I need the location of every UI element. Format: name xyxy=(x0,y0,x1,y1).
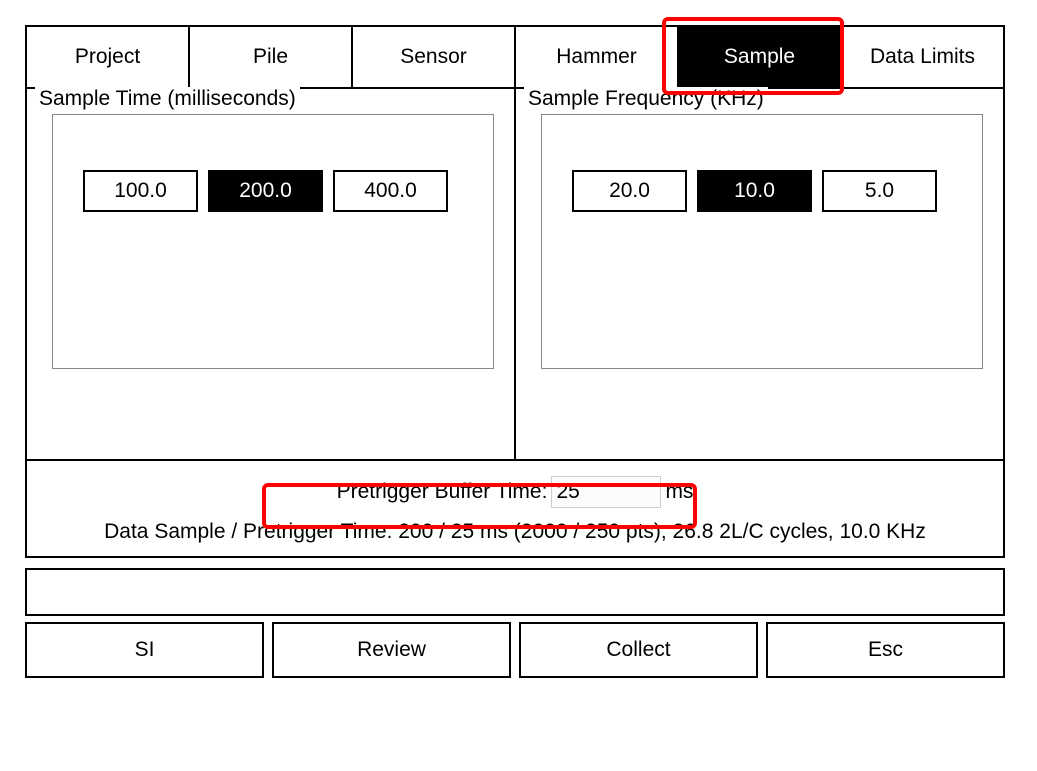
tab-project[interactable]: Project xyxy=(27,27,190,87)
sample-freq-option-5[interactable]: 5.0 xyxy=(822,170,937,212)
panel-sample-time: Sample Time (milliseconds) 100.0 200.0 4… xyxy=(27,89,516,459)
tab-hammer[interactable]: Hammer xyxy=(516,27,679,87)
sample-time-label: Sample Time (milliseconds) xyxy=(35,87,300,111)
sample-time-option-200[interactable]: 200.0 xyxy=(208,170,323,212)
sample-time-options: 100.0 200.0 400.0 xyxy=(52,114,494,369)
esc-button[interactable]: Esc xyxy=(766,622,1005,678)
pretrigger-section: Pretrigger Buffer Time: ms Data Sample /… xyxy=(27,459,1003,556)
tab-sample[interactable]: Sample xyxy=(679,27,842,87)
pretrigger-input[interactable] xyxy=(551,476,661,508)
panel-sample-frequency: Sample Frequency (KHz) 20.0 10.0 5.0 xyxy=(516,89,1003,459)
sample-frequency-options: 20.0 10.0 5.0 xyxy=(541,114,983,369)
sample-frequency-label: Sample Frequency (KHz) xyxy=(524,87,768,111)
sample-freq-option-10[interactable]: 10.0 xyxy=(697,170,812,212)
pretrigger-label: Pretrigger Buffer Time: xyxy=(337,480,548,504)
tab-sensor[interactable]: Sensor xyxy=(353,27,516,87)
review-button[interactable]: Review xyxy=(272,622,511,678)
collect-button[interactable]: Collect xyxy=(519,622,758,678)
tab-data-limits[interactable]: Data Limits xyxy=(842,27,1003,87)
tab-pile[interactable]: Pile xyxy=(190,27,353,87)
sample-freq-option-20[interactable]: 20.0 xyxy=(572,170,687,212)
sample-time-option-100[interactable]: 100.0 xyxy=(83,170,198,212)
si-button[interactable]: SI xyxy=(25,622,264,678)
summary-line: Data Sample / Pretrigger Time: 200 / 25 … xyxy=(27,520,1003,544)
content-area: Sample Time (milliseconds) 100.0 200.0 4… xyxy=(25,89,1005,558)
spacer-row xyxy=(25,568,1005,616)
bottom-buttons: SI Review Collect Esc xyxy=(25,622,1005,678)
sample-time-option-400[interactable]: 400.0 xyxy=(333,170,448,212)
tabs-row: Project Pile Sensor Hammer Sample Data L… xyxy=(25,25,1005,89)
pretrigger-unit: ms xyxy=(665,480,693,504)
